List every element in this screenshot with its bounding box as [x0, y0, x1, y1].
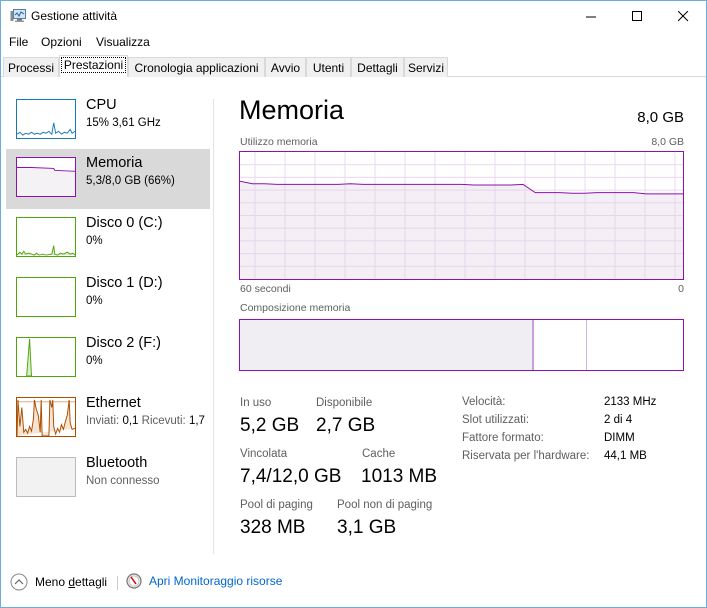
- task-manager-app-icon: [10, 9, 26, 22]
- hardware-reserved-label: Riservata per l'hardware:: [462, 450, 590, 462]
- sidebar-item-disk-2[interactable]: Disco 2 (F:) 0%: [6, 329, 210, 389]
- open-resource-monitor-link[interactable]: Apri Monitoraggio risorse: [126, 573, 282, 589]
- disk-0-thumbnail-graph: [16, 217, 76, 257]
- cpu-thumbnail-graph: [16, 99, 76, 139]
- disk-1-thumbnail-graph: [16, 277, 76, 317]
- speed-label: Velocità:: [462, 396, 506, 408]
- tab-app-history[interactable]: Cronologia applicazioni: [128, 57, 265, 77]
- sidebar-item-bluetooth[interactable]: Bluetooth Non connesso: [6, 449, 210, 509]
- graph-max-label: 8,0 GB: [651, 136, 684, 148]
- sidebar-item-name: Memoria: [86, 155, 143, 171]
- footer-divider: [117, 576, 118, 590]
- close-icon: [677, 11, 688, 22]
- sidebar-item-name: Disco 0 (C:): [86, 215, 163, 231]
- maximize-icon: [631, 11, 642, 21]
- close-button[interactable]: [660, 1, 706, 32]
- sidebar-item-value: 0%: [86, 355, 103, 367]
- slots-label: Slot utilizzati:: [462, 414, 530, 426]
- slots-value: 2 di 4: [604, 414, 633, 426]
- ethernet-thumbnail-graph: [16, 397, 76, 437]
- paged-pool-value: 328 MB: [240, 517, 306, 538]
- chevron-up-circle-icon: [10, 573, 28, 591]
- sidebar-item-name: Disco 1 (D:): [86, 275, 163, 291]
- bluetooth-thumbnail-graph: [16, 457, 76, 497]
- menu-bar: File Opzioni Visualizza: [1, 33, 706, 51]
- performance-sidebar: CPU 15% 3,61 GHz Memoria 5,3/8,0 GB (66%…: [1, 91, 214, 551]
- in-use-value: 5,2 GB: [240, 415, 300, 436]
- tab-performance[interactable]: Prestazioni: [59, 55, 128, 77]
- available-label: Disponibile: [316, 397, 373, 409]
- menu-view[interactable]: Visualizza: [96, 35, 150, 49]
- tab-services[interactable]: Servizi: [404, 57, 448, 77]
- sidebar-item-value: 5,3/8,0 GB (66%): [86, 175, 175, 187]
- sidebar-item-name: Disco 2 (F:): [86, 335, 161, 351]
- committed-label: Vincolata: [240, 448, 288, 460]
- footer: Meno dettagli Apri Monitoraggio risorse: [1, 567, 706, 597]
- memory-detail-panel: Memoria 8,0 GB Utilizzo memoria 8,0 GB 6…: [239, 91, 684, 551]
- page-title: Memoria: [239, 95, 345, 125]
- graph-x-right-label: 0: [678, 283, 684, 295]
- composition-free-segment[interactable]: [587, 320, 682, 370]
- graph-label: Utilizzo memoria: [240, 136, 318, 148]
- sidebar-item-disk-0[interactable]: Disco 0 (C:) 0%: [6, 209, 210, 269]
- speed-value: 2133 MHz: [604, 396, 657, 408]
- cached-value: 1013 MB: [361, 466, 438, 487]
- graph-x-left-label: 60 secondi: [240, 283, 291, 295]
- tab-details[interactable]: Dettagli: [351, 57, 404, 77]
- sidebar-item-name: Ethernet: [86, 395, 141, 411]
- tab-startup[interactable]: Avvio: [265, 57, 306, 77]
- task-manager-window: Gestione attività File Opzioni Visualizz…: [0, 0, 707, 608]
- paged-pool-label: Pool di paging: [240, 499, 313, 511]
- memory-usage-area: [240, 181, 683, 279]
- nonpaged-pool-value: 3,1 GB: [337, 517, 397, 538]
- resource-monitor-icon: [126, 573, 142, 589]
- window-title: Gestione attività: [31, 9, 118, 23]
- in-use-label: In uso: [240, 397, 272, 409]
- sidebar-item-value: Inviati: 0,1 Ricevuti: 1,7: [86, 415, 205, 427]
- sidebar-item-value: 15% 3,61 GHz: [86, 117, 161, 129]
- sidebar-divider: [213, 99, 214, 554]
- sidebar-item-value: Non connesso: [86, 475, 160, 487]
- disk-2-thumbnail-graph: [16, 337, 76, 377]
- committed-value: 7,4/12,0 GB: [240, 466, 342, 487]
- sidebar-item-disk-1[interactable]: Disco 1 (D:) 0%: [6, 269, 210, 329]
- memory-thumbnail-graph: [16, 157, 76, 197]
- composition-standby-segment[interactable]: [534, 320, 587, 370]
- sidebar-item-memory[interactable]: Memoria 5,3/8,0 GB (66%): [6, 149, 210, 209]
- available-value: 2,7 GB: [316, 415, 376, 436]
- hardware-reserved-value: 44,1 MB: [604, 450, 647, 462]
- total-memory: 8,0 GB: [637, 109, 684, 126]
- tab-processes[interactable]: Processi: [3, 57, 59, 77]
- cached-label: Cache: [362, 448, 396, 460]
- tab-users[interactable]: Utenti: [306, 57, 351, 77]
- sidebar-item-value: 0%: [86, 295, 103, 307]
- sidebar-item-cpu[interactable]: CPU 15% 3,61 GHz: [6, 91, 210, 151]
- composition-in-use-segment[interactable]: [240, 320, 532, 370]
- form-factor-value: DIMM: [604, 432, 635, 444]
- title-bar[interactable]: Gestione attività: [1, 1, 706, 32]
- sidebar-item-name: Bluetooth: [86, 455, 148, 471]
- nonpaged-pool-label: Pool non di paging: [337, 499, 433, 511]
- memory-usage-graph: [239, 151, 684, 280]
- composition-label: Composizione memoria: [240, 302, 351, 314]
- sidebar-item-name: CPU: [86, 97, 117, 113]
- form-factor-label: Fattore formato:: [462, 432, 544, 444]
- maximize-button[interactable]: [614, 1, 660, 32]
- menu-options[interactable]: Opzioni: [41, 35, 82, 49]
- tab-bar: Processi Prestazioni Cronologia applicaz…: [1, 55, 706, 77]
- minimize-icon: [585, 16, 596, 18]
- sidebar-item-ethernet[interactable]: Ethernet Inviati: 0,1 Ricevuti: 1,7: [6, 389, 210, 449]
- less-details-button[interactable]: Meno dettagli: [10, 573, 107, 591]
- memory-composition-bar: [239, 319, 684, 371]
- sidebar-item-value: 0%: [86, 235, 103, 247]
- menu-file[interactable]: File: [9, 35, 28, 49]
- minimize-button[interactable]: [568, 1, 614, 32]
